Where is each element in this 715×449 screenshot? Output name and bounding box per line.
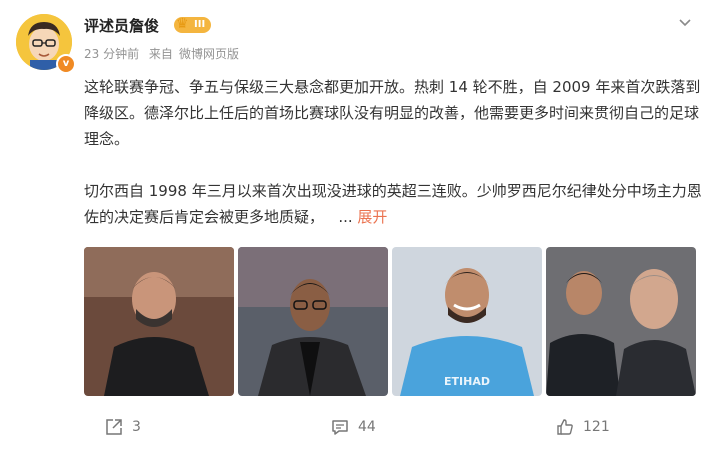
author-name[interactable]: 评述员詹俊	[84, 15, 159, 36]
like-button[interactable]: 121	[555, 412, 610, 442]
comment-icon	[332, 420, 348, 435]
share-icon	[106, 419, 122, 435]
chevron-down-icon[interactable]	[677, 14, 693, 30]
post-content: 这轮联赛争冠、争五与保级三大悬念都更加开放。热刺 14 轮不胜，自 2009 年…	[84, 74, 702, 230]
post-paragraph-1: 这轮联赛争冠、争五与保级三大悬念都更加开放。热刺 14 轮不胜，自 2009 年…	[84, 78, 701, 148]
photo-4[interactable]	[546, 247, 696, 396]
photo-grid: ETIHAD	[84, 247, 696, 396]
like-count: 121	[583, 419, 610, 435]
post-source: 微博网页版	[178, 47, 239, 61]
post-paragraph-2-text: 切尔西自 1998 年三月以来首次出现没进球的英超三连败。少帅罗西尼尔纪律处分中…	[84, 182, 702, 226]
verified-badge-icon: v	[56, 54, 76, 74]
ellipsis-text: ...	[338, 208, 353, 226]
share-button[interactable]: 3	[104, 412, 141, 442]
action-bar: 3 44 121	[0, 412, 715, 442]
photo-3[interactable]: ETIHAD	[392, 247, 542, 396]
comment-count: 44	[358, 419, 376, 435]
expand-link[interactable]: 展开	[357, 208, 387, 226]
rank-label: III	[194, 19, 206, 30]
photo-3-sponsor-text: ETIHAD	[444, 375, 490, 388]
photo-1[interactable]	[84, 247, 234, 396]
comment-button[interactable]: 44	[330, 412, 376, 442]
user-rank-badge: ♛ III	[174, 16, 212, 33]
post-time[interactable]: 23 分钟前	[84, 47, 139, 61]
post-source-prefix: 来自	[148, 47, 173, 61]
share-count: 3	[132, 419, 141, 435]
photo-2[interactable]	[238, 247, 388, 396]
post-meta: 23 分钟前 来自 微博网页版	[84, 45, 245, 62]
crown-icon: ♛	[176, 16, 189, 32]
thumbs-up-icon	[557, 419, 573, 435]
post-paragraph-2: 切尔西自 1998 年三月以来首次出现没进球的英超三连败。少帅罗西尼尔纪律处分中…	[84, 178, 702, 230]
